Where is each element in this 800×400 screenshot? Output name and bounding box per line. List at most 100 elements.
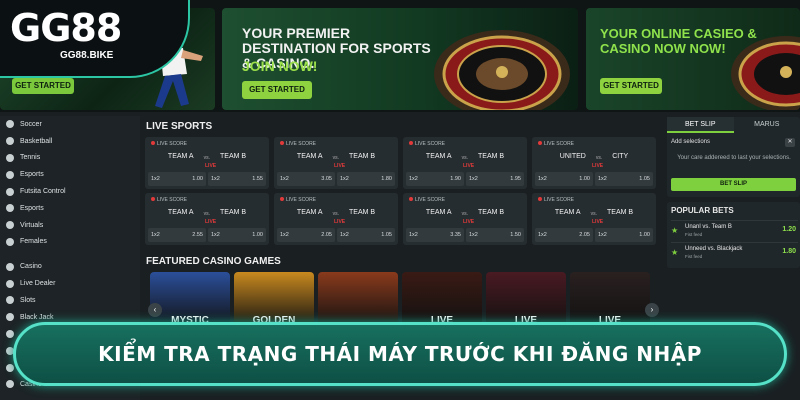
slots-icon bbox=[6, 296, 14, 305]
odds-button[interactable]: 1x2 1.50 bbox=[466, 228, 524, 242]
odds-value: 2.55 bbox=[192, 232, 203, 238]
star-icon[interactable]: ★ bbox=[671, 248, 678, 257]
odds-market: 1x2 bbox=[151, 176, 160, 182]
odds-button[interactable]: 1x2 3.05 bbox=[277, 172, 335, 186]
bet-slip-button[interactable]: BET SLIP bbox=[671, 178, 796, 191]
match-card[interactable]: LIVE SCORE TEAM Avs. TEAM B LIVE 1x2 3.35 1x2 1… bbox=[403, 193, 527, 245]
controller-icon bbox=[6, 170, 14, 179]
live-score-label: LIVE SCORE bbox=[280, 197, 316, 203]
chip-icon bbox=[6, 329, 14, 338]
sidebar-item-label: Slots bbox=[20, 296, 36, 304]
odds-button[interactable]: 1x2 1.90 bbox=[406, 172, 464, 186]
get-started-button[interactable]: GET STARTED bbox=[600, 78, 662, 94]
odds-market: 1x2 bbox=[280, 176, 289, 182]
popular-bet-sub: Fist feed bbox=[685, 254, 703, 259]
odds-button[interactable]: 1x2 2.05 bbox=[535, 228, 593, 242]
odds-button[interactable]: 1x2 1.80 bbox=[337, 172, 395, 186]
odds-value: 1.00 bbox=[579, 176, 590, 182]
odds-button[interactable]: 1x2 2.05 bbox=[277, 228, 335, 242]
odds-button[interactable]: 1x2 1.00 bbox=[148, 172, 206, 186]
home-team: TEAM A bbox=[167, 153, 194, 160]
star-icon[interactable]: ★ bbox=[671, 226, 678, 235]
live-score-text: LIVE SCORE bbox=[157, 197, 188, 203]
live-score-text: LIVE SCORE bbox=[157, 141, 188, 147]
ribbon-text: KIỂM TRA TRẠNG THÁI MÁY TRƯỚC KHI ĐĂNG N… bbox=[98, 342, 702, 366]
popular-bet-odd[interactable]: 1.20 bbox=[782, 226, 796, 233]
banner-casino[interactable]: YOUR ONLINE CASIEO & CASINO NOW NOW! GET… bbox=[586, 8, 800, 110]
popular-bet-odd[interactable]: 1.80 bbox=[782, 248, 796, 255]
casino-game-tile[interactable]: MYSTIC bbox=[150, 272, 230, 328]
live-dot-icon bbox=[280, 141, 284, 145]
logo-area[interactable]: GG88 GG88.BIKE bbox=[0, 0, 190, 78]
sidebar-item[interactable]: Basketball bbox=[0, 133, 140, 150]
casino-icon bbox=[6, 380, 14, 389]
away-team: TEAM B bbox=[220, 209, 247, 216]
sidebar-item[interactable]: Esports bbox=[0, 200, 140, 217]
popular-bet-row[interactable]: ★ Unneed vs. Blackjack Fist feed 1.80 bbox=[671, 242, 798, 262]
odds-market: 1x2 bbox=[211, 232, 220, 238]
popular-bet-row[interactable]: ★ Unanl vs. Team B Fist feed 1.20 bbox=[671, 220, 798, 240]
odds-market: 1x2 bbox=[151, 232, 160, 238]
sidebar-item[interactable]: Casino bbox=[0, 258, 140, 275]
odds-market: 1x2 bbox=[340, 176, 349, 182]
match-card[interactable]: LIVE SCORE TEAM Avs. TEAM B LIVE 1x2 3.05 1x2 1… bbox=[274, 137, 398, 189]
sidebar-item[interactable]: Slots bbox=[0, 292, 140, 309]
football-icon bbox=[6, 187, 14, 196]
sidebar-item-label: Futsita Control bbox=[20, 188, 66, 196]
get-started-button[interactable]: GET STARTED bbox=[242, 81, 312, 99]
sidebar-item[interactable]: Tennis bbox=[0, 150, 140, 167]
tab-bet-slip[interactable]: BET SLIP bbox=[667, 117, 734, 133]
odds-market: 1x2 bbox=[538, 176, 547, 182]
sidebar-item-label: Virtuals bbox=[20, 221, 44, 229]
sidebar-item[interactable]: Soccer bbox=[0, 116, 140, 133]
close-icon[interactable]: ✕ bbox=[785, 138, 795, 147]
sidebar-item-label: Esports bbox=[20, 204, 44, 212]
odds-button[interactable]: 1x2 1.05 bbox=[595, 172, 653, 186]
get-started-button[interactable]: GET STARTED bbox=[12, 78, 74, 94]
match-card[interactable]: LIVE SCORE TEAM Avs. TEAM B LIVE 1x2 2.55 1x2 1… bbox=[145, 193, 269, 245]
sidebar-item[interactable]: Esports bbox=[0, 166, 140, 183]
match-card[interactable]: LIVE SCORE TEAM Avs. TEAM B LIVE 1x2 1.90 1x2 1… bbox=[403, 137, 527, 189]
casino-games-row: MYSTIC GOLDEN LIVE LIVE LIVE bbox=[145, 272, 660, 328]
gamepad-icon bbox=[6, 204, 14, 213]
carousel-prev-icon[interactable]: ‹ bbox=[148, 303, 162, 317]
banner-main[interactable]: YOUR PREMIER DESTINATION FOR SPORTS & CA… bbox=[222, 8, 578, 110]
sidebar-item[interactable]: Females bbox=[0, 234, 140, 251]
odds-market: 1x2 bbox=[598, 232, 607, 238]
odds-value: 1.55 bbox=[252, 176, 263, 182]
casino-game-tile[interactable]: GOLDEN bbox=[234, 272, 314, 328]
live-score-label: LIVE SCORE bbox=[409, 197, 445, 203]
match-card[interactable]: LIVE SCORE TEAM Avs. TEAM B LIVE 1x2 2.05 1x2 1… bbox=[532, 193, 656, 245]
user-icon bbox=[6, 237, 14, 246]
carousel-next-icon[interactable]: › bbox=[645, 303, 659, 317]
odds-button[interactable]: 1x2 3.35 bbox=[406, 228, 464, 242]
match-card[interactable]: LIVE SCORE UNITED vs. CITY LIVE 1x2 1.00 1x2 1.0… bbox=[532, 137, 656, 189]
tab-marus[interactable]: MARUS bbox=[734, 117, 800, 133]
odds-button[interactable]: 1x2 1.05 bbox=[337, 228, 395, 242]
brand-domain: GG88.BIKE bbox=[60, 50, 114, 61]
home-team: TEAM A bbox=[425, 209, 452, 216]
sidebar-item[interactable]: Virtuals bbox=[0, 217, 140, 234]
dealer-icon bbox=[6, 279, 14, 288]
casino-game-tile[interactable] bbox=[318, 272, 398, 328]
odds-button[interactable]: 1x2 1.00 bbox=[535, 172, 593, 186]
odds-market: 1x2 bbox=[340, 232, 349, 238]
basketball-icon bbox=[6, 137, 14, 146]
match-card[interactable]: LIVE SCORE TEAM Avs. TEAM B LIVE 1x2 1.00 1x2 1… bbox=[145, 137, 269, 189]
odds-market: 1x2 bbox=[409, 176, 418, 182]
match-card[interactable]: LIVE SCORE TEAM Avs. TEAM B LIVE 1x2 2.05 1x2 1… bbox=[274, 193, 398, 245]
live-score-label: LIVE SCORE bbox=[409, 141, 445, 147]
odds-button[interactable]: 1x2 1.55 bbox=[208, 172, 266, 186]
sidebar-item[interactable]: Futsita Control bbox=[0, 183, 140, 200]
odds-button[interactable]: 1x2 1.95 bbox=[466, 172, 524, 186]
sidebar-item[interactable]: Live Dealer bbox=[0, 275, 140, 292]
odds-button[interactable]: 1x2 1.00 bbox=[595, 228, 653, 242]
odds-value: 1.00 bbox=[192, 176, 203, 182]
casino-game-tile[interactable]: LIVE bbox=[402, 272, 482, 328]
casino-game-tile[interactable]: LIVE bbox=[486, 272, 566, 328]
odds-button[interactable]: 1x2 2.55 bbox=[148, 228, 206, 242]
page: GET STARTED YOUR PREMIER DESTINATION FOR… bbox=[0, 0, 800, 400]
odds-button[interactable]: 1x2 1.00 bbox=[208, 228, 266, 242]
casino-game-tile[interactable]: LIVE bbox=[570, 272, 650, 328]
live-dot-icon bbox=[538, 141, 542, 145]
